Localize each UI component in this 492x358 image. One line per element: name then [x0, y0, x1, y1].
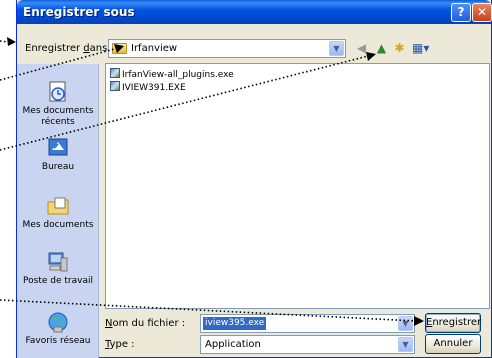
list-item[interactable]: IVIEW391.EXE [110, 81, 186, 93]
places-bar: Mes documents récents Bureau Mes documen… [17, 64, 99, 358]
place-desktop[interactable]: Bureau [17, 136, 99, 173]
place-my-computer[interactable]: Poste de travail [17, 250, 99, 287]
save-button[interactable]: Enregistrer [425, 313, 481, 333]
my-documents-icon [47, 197, 69, 215]
place-label: Favoris réseau [25, 336, 91, 346]
back-icon[interactable]: ◀ [353, 40, 370, 57]
chevron-down-icon[interactable]: ▼ [329, 41, 344, 56]
place-label: Mes documents [22, 220, 94, 230]
exe-file-icon [110, 68, 120, 78]
arrow-line [0, 40, 9, 43]
filename-input[interactable]: iview395.exe ▼ [200, 314, 415, 333]
file-list[interactable]: IrfanView-all_plugins.exe IVIEW391.EXE [105, 63, 490, 309]
filename-label: Nom du fichier : [105, 318, 186, 329]
place-recent[interactable]: Mes documents récents [17, 80, 99, 128]
folder-icon [112, 43, 127, 54]
place-network[interactable]: Favoris réseau [17, 310, 99, 347]
desktop-icon [48, 138, 68, 156]
cancel-button[interactable]: Annuler [425, 334, 481, 354]
help-button[interactable]: ? [451, 3, 471, 22]
list-item[interactable]: IrfanView-all_plugins.exe [110, 68, 234, 80]
save-in-label: Enregistrer dans: [25, 43, 111, 54]
recent-documents-icon [49, 81, 66, 102]
exe-file-icon [110, 81, 120, 91]
chevron-down-icon[interactable]: ▼ [398, 337, 413, 352]
network-places-icon [48, 312, 68, 333]
type-label: Type : [105, 339, 135, 350]
place-my-documents[interactable]: Mes documents [17, 194, 99, 231]
arrow-head [7, 37, 16, 46]
my-computer-icon [48, 252, 68, 272]
chevron-down-icon[interactable]: ▼ [398, 316, 413, 331]
place-label: Mes documents récents [22, 106, 94, 127]
current-folder: Irfanview [131, 43, 178, 54]
new-folder-icon[interactable]: ✱ [391, 40, 408, 57]
type-value: Application [205, 339, 261, 350]
save-as-dialog: Enregistrer sous ? ✕ Enregistrer dans: I… [16, 0, 492, 358]
place-label: Bureau [41, 162, 75, 172]
type-select[interactable]: Application ▼ [200, 335, 415, 354]
save-in-combo[interactable]: Irfanview ▼ [108, 39, 346, 58]
filename-value: iview395.exe [203, 317, 267, 330]
close-button[interactable]: ✕ [472, 3, 492, 22]
view-menu-icon[interactable]: ▦▾ [412, 40, 429, 57]
up-folder-icon[interactable]: ▲ [373, 40, 390, 57]
place-label: Poste de travail [23, 276, 93, 286]
dialog-title: Enregistrer sous [23, 5, 135, 19]
title-bar[interactable]: Enregistrer sous ? ✕ [17, 0, 492, 24]
